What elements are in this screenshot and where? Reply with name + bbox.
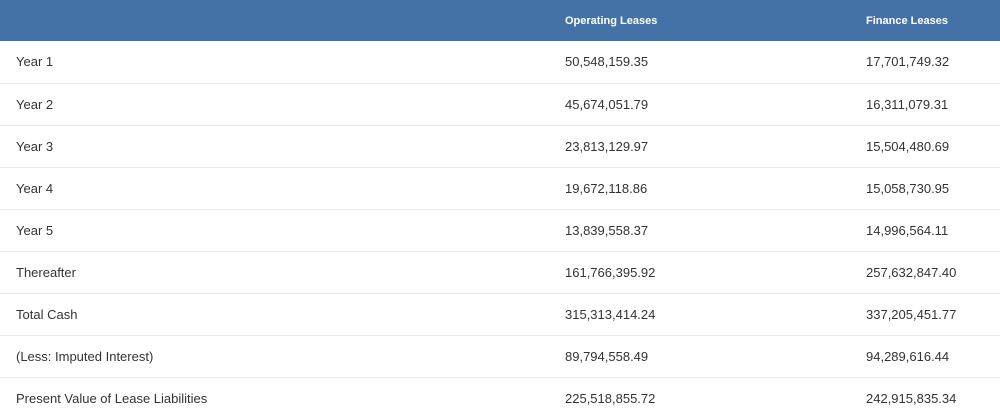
operating-value: 45,674,051.79 bbox=[565, 96, 649, 112]
operating-value: 23,813,129.97 bbox=[565, 138, 649, 154]
row-label: Year 2 bbox=[16, 96, 54, 112]
row-label: Thereafter bbox=[16, 264, 76, 280]
table-row: Thereafter 161,766,395.92 257,632,847.40 bbox=[0, 251, 1000, 293]
header-operating-leases: Operating Leases bbox=[565, 14, 658, 27]
operating-value: 161,766,395.92 bbox=[565, 264, 656, 280]
row-label: Total Cash bbox=[16, 306, 78, 322]
operating-value: 89,794,558.49 bbox=[565, 348, 649, 364]
row-label: Year 3 bbox=[16, 138, 54, 154]
table-row: Year 1 50,548,159.35 17,701,749.32 bbox=[0, 41, 1000, 83]
lease-table: Operating Leases Finance Leases Year 1 5… bbox=[0, 0, 1000, 419]
finance-value: 257,632,847.40 bbox=[866, 264, 957, 280]
header-finance-leases: Finance Leases bbox=[866, 14, 948, 27]
finance-value: 17,701,749.32 bbox=[866, 54, 950, 70]
finance-value: 242,915,835.34 bbox=[866, 390, 957, 406]
table-row: Year 4 19,672,118.86 15,058,730.95 bbox=[0, 167, 1000, 209]
finance-value: 337,205,451.77 bbox=[866, 306, 957, 322]
table-header: Operating Leases Finance Leases bbox=[0, 0, 1000, 41]
table-row: Year 3 23,813,129.97 15,504,480.69 bbox=[0, 125, 1000, 167]
table-row: Year 5 13,839,558.37 14,996,564.11 bbox=[0, 209, 1000, 251]
operating-value: 50,548,159.35 bbox=[565, 54, 649, 70]
table-row: Year 2 45,674,051.79 16,311,079.31 bbox=[0, 83, 1000, 125]
row-label: Present Value of Lease Liabilities bbox=[16, 390, 208, 406]
operating-value: 315,313,414.24 bbox=[565, 306, 656, 322]
row-label: (Less: Imputed Interest) bbox=[16, 348, 154, 364]
operating-value: 225,518,855.72 bbox=[565, 390, 656, 406]
operating-value: 13,839,558.37 bbox=[565, 222, 649, 238]
table-row: Total Cash 315,313,414.24 337,205,451.77 bbox=[0, 293, 1000, 335]
row-label: Year 5 bbox=[16, 222, 54, 238]
header-label-column bbox=[0, 0, 565, 41]
finance-value: 16,311,079.31 bbox=[866, 96, 949, 112]
finance-value: 15,058,730.95 bbox=[866, 180, 950, 196]
finance-value: 94,289,616.44 bbox=[866, 348, 950, 364]
header-row: Operating Leases Finance Leases bbox=[0, 0, 1000, 41]
table-row: Present Value of Lease Liabilities 225,5… bbox=[0, 377, 1000, 419]
table-row: (Less: Imputed Interest) 89,794,558.49 9… bbox=[0, 335, 1000, 377]
row-label: Year 1 bbox=[16, 54, 54, 70]
finance-value: 15,504,480.69 bbox=[866, 138, 950, 154]
operating-value: 19,672,118.86 bbox=[565, 180, 648, 196]
table-body: Year 1 50,548,159.35 17,701,749.32 Year … bbox=[0, 41, 1000, 419]
finance-value: 14,996,564.11 bbox=[866, 222, 949, 238]
row-label: Year 4 bbox=[16, 180, 54, 196]
